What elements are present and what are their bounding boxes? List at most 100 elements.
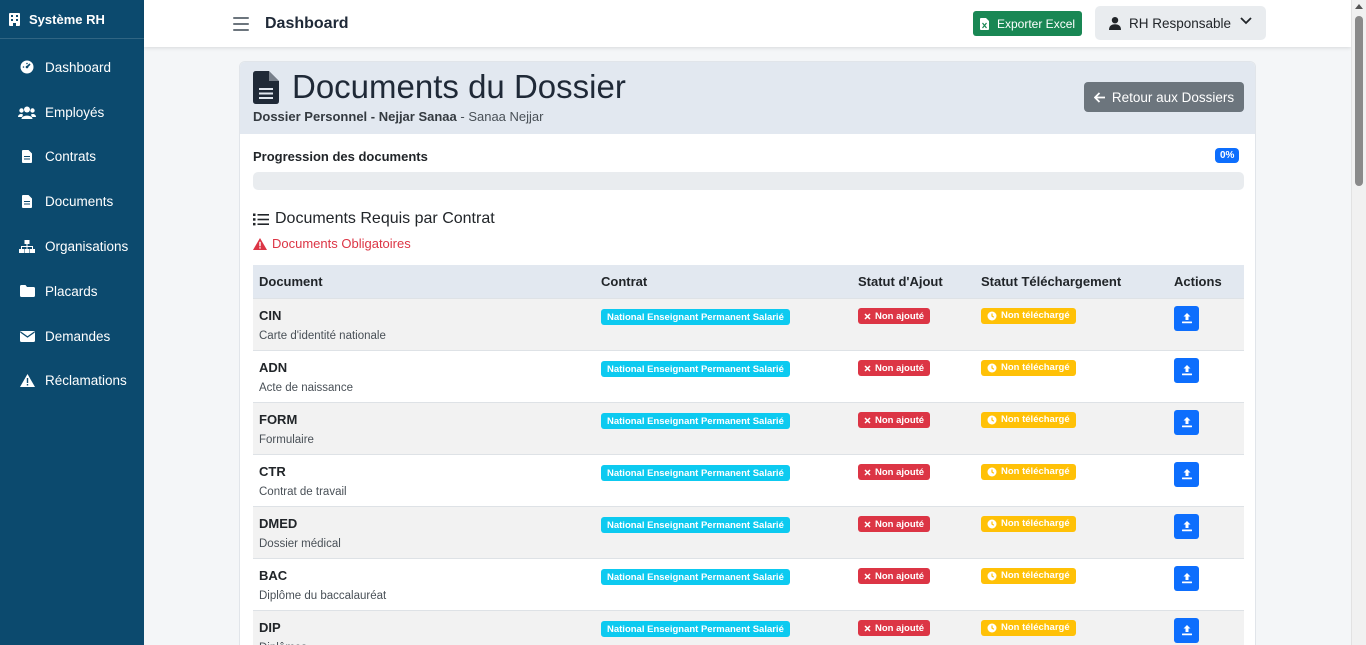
export-excel-button[interactable]: Exporter Excel xyxy=(973,11,1083,36)
actions-cell xyxy=(1168,609,1244,645)
table-row: ADN Acte de naissance National Enseignan… xyxy=(253,349,1244,402)
add-status-badge: Non ajouté xyxy=(858,412,931,428)
user-menu-button[interactable]: RH Responsable xyxy=(1095,6,1266,40)
column-header-statut-ajout: Statut d'Ajout xyxy=(852,265,975,298)
sidebar-item-label: Employés xyxy=(45,104,105,120)
add-status-text: Non ajouté xyxy=(875,362,925,374)
document-description: Contrat de travail xyxy=(259,485,347,498)
upload-button[interactable] xyxy=(1174,357,1199,383)
upload-icon xyxy=(1181,469,1192,480)
download-status-text: Non téléchargé xyxy=(1001,414,1070,425)
x-icon xyxy=(864,416,871,424)
add-status-cell: Non ajouté xyxy=(852,401,975,454)
add-status-badge: Non ajouté xyxy=(858,516,931,532)
add-status-text: Non ajouté xyxy=(875,518,925,530)
add-status-cell: Non ajouté xyxy=(852,609,975,645)
actions-cell xyxy=(1168,557,1244,610)
add-status-cell: Non ajouté xyxy=(852,453,975,506)
contract-cell: National Enseignant Permanent Salarié xyxy=(595,505,852,558)
sidebar-brand[interactable]: Système RH xyxy=(0,0,144,39)
contract-cell: National Enseignant Permanent Salarié xyxy=(595,609,852,645)
header-title: Dashboard xyxy=(265,14,349,32)
sidebar-item-contrats[interactable]: Contrats xyxy=(0,135,144,180)
upload-button[interactable] xyxy=(1174,565,1199,591)
sidebar-item-label: Réclamations xyxy=(45,373,127,389)
required-note-text: Documents Obligatoires xyxy=(272,236,411,251)
sidebar-item-label: Demandes xyxy=(45,328,111,344)
sidebar-item-placards[interactable]: Placards xyxy=(0,269,144,314)
document-cell: CTR Contrat de travail xyxy=(253,453,595,506)
upload-button[interactable] xyxy=(1174,617,1199,643)
add-status-text: Non ajouté xyxy=(875,622,925,634)
sidebar-item-demandes[interactable]: Demandes xyxy=(0,314,144,359)
chevron-down-icon xyxy=(1240,17,1252,25)
sidebar-item-reclamations[interactable]: Réclamations xyxy=(0,359,144,404)
download-status-text: Non téléchargé xyxy=(1001,362,1070,373)
x-icon xyxy=(864,364,871,372)
clock-icon xyxy=(987,311,997,321)
document-cell: FORM Formulaire xyxy=(253,401,595,454)
clock-icon xyxy=(987,363,997,373)
document-description: Diplôme du baccalauréat xyxy=(259,589,387,602)
download-status-badge: Non téléchargé xyxy=(981,463,1076,480)
document-code: ADN xyxy=(259,359,288,375)
sidebar-item-label: Contrats xyxy=(45,149,97,165)
sidebar-item-dashboard[interactable]: Dashboard xyxy=(0,45,144,90)
sidebar-nav: Dashboard Employés Contrats Documents Or… xyxy=(0,39,144,403)
x-icon xyxy=(864,572,871,580)
back-to-dossiers-button[interactable]: Retour aux Dossiers xyxy=(1084,82,1244,112)
download-status-text: Non téléchargé xyxy=(1001,570,1070,581)
contract-badge: National Enseignant Permanent Salarié xyxy=(601,361,790,377)
upload-icon xyxy=(1181,573,1192,584)
document-cell: DMED Dossier médical xyxy=(253,505,595,558)
top-bar: Dashboard Exporter Excel RH Responsable xyxy=(144,0,1351,47)
actions-cell xyxy=(1168,505,1244,558)
table-row: BAC Diplôme du baccalauréat National Ens… xyxy=(253,557,1244,610)
scroll-up-arrow-icon[interactable] xyxy=(1355,4,1363,9)
download-status-cell: Non téléchargé xyxy=(975,349,1168,402)
sidebar-item-label: Dashboard xyxy=(45,59,112,75)
user-icon xyxy=(1109,16,1121,30)
users-icon xyxy=(18,104,36,120)
add-status-badge: Non ajouté xyxy=(858,464,931,480)
upload-button[interactable] xyxy=(1174,513,1199,539)
add-status-badge: Non ajouté xyxy=(858,360,931,376)
building-icon xyxy=(9,12,21,26)
upload-icon xyxy=(1181,521,1192,532)
sidebar-item-organisations[interactable]: Organisations xyxy=(0,224,144,269)
column-header-actions: Actions xyxy=(1168,265,1244,298)
document-code: DMED xyxy=(259,515,298,531)
upload-icon xyxy=(1181,313,1192,324)
contract-cell: National Enseignant Permanent Salarié xyxy=(595,557,852,610)
upload-button[interactable] xyxy=(1174,409,1199,435)
download-status-badge: Non téléchargé xyxy=(981,359,1076,376)
download-status-badge: Non téléchargé xyxy=(981,619,1076,636)
download-status-text: Non téléchargé xyxy=(1001,466,1070,477)
add-status-badge: Non ajouté xyxy=(858,568,931,584)
arrow-left-icon xyxy=(1093,91,1106,103)
x-icon xyxy=(864,624,871,632)
sidebar-item-label: Documents xyxy=(45,194,114,210)
card-header: Documents du Dossier Dossier Personnel -… xyxy=(240,62,1255,134)
upload-button[interactable] xyxy=(1174,461,1199,487)
export-excel-label: Exporter Excel xyxy=(997,16,1076,31)
document-cell: ADN Acte de naissance xyxy=(253,349,595,402)
menu-toggle-icon[interactable] xyxy=(233,16,249,31)
sidebar-item-label: Organisations xyxy=(45,239,129,255)
scrollbar-thumb[interactable] xyxy=(1355,16,1363,186)
download-status-badge: Non téléchargé xyxy=(981,515,1076,532)
document-description: Dossier médical xyxy=(259,537,341,550)
page-scrollbar[interactable] xyxy=(1351,0,1366,645)
upload-button[interactable] xyxy=(1174,305,1199,331)
sidebar-item-label: Placards xyxy=(45,283,98,299)
documents-table: Document Contrat Statut d'Ajout Statut T… xyxy=(253,265,1244,645)
sidebar-item-employes[interactable]: Employés xyxy=(0,90,144,135)
download-status-badge: Non téléchargé xyxy=(981,567,1076,584)
user-name: RH Responsable xyxy=(1129,15,1232,31)
x-icon xyxy=(864,520,871,528)
download-status-cell: Non téléchargé xyxy=(975,401,1168,454)
sidebar-item-documents[interactable]: Documents xyxy=(0,179,144,224)
add-status-cell: Non ajouté xyxy=(852,505,975,558)
list-icon xyxy=(253,213,269,226)
document-description: Formulaire xyxy=(259,433,314,446)
